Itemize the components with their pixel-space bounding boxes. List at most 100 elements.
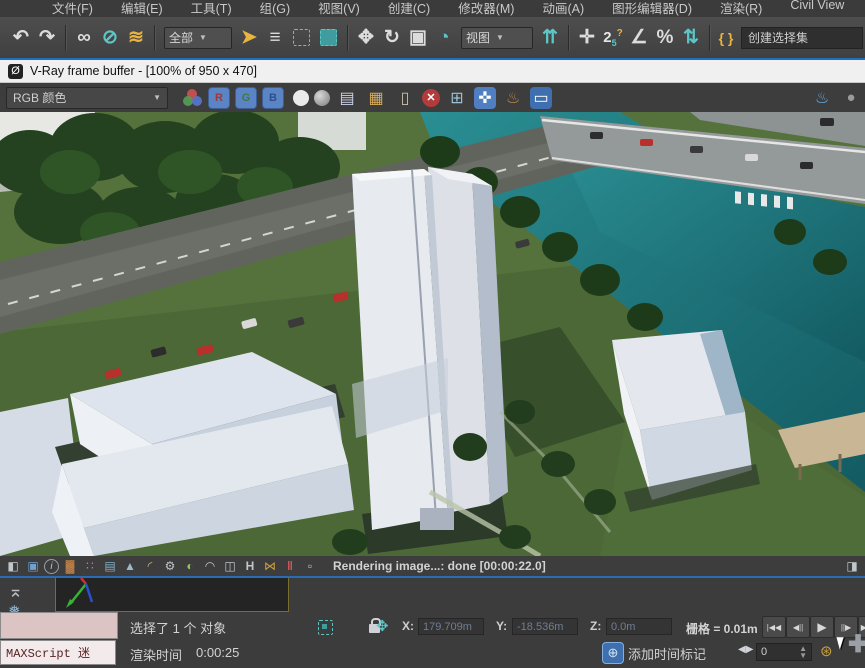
coord-y-field[interactable]: -18.536m: [512, 618, 578, 635]
menu-group[interactable]: 组(G): [246, 0, 305, 18]
maxscript-listener-field[interactable]: MAXScript 迷: [0, 640, 116, 665]
alpha-channel-icon[interactable]: [314, 90, 330, 106]
menu-create[interactable]: 创建(C): [374, 0, 444, 18]
select-and-rotate-icon[interactable]: ↻: [379, 23, 405, 53]
load-image-icon[interactable]: ▦: [364, 87, 388, 109]
spinner-arrows-icon[interactable]: ▲▼: [799, 645, 807, 659]
background-image-icon[interactable]: ▤: [101, 558, 119, 574]
vfb-channel-dropdown[interactable]: RGB 颜色 ▼: [6, 87, 168, 109]
menu-edit[interactable]: 编辑(E): [107, 0, 177, 18]
rgb-channels-icon[interactable]: [183, 89, 203, 107]
frame-number-value: 0: [761, 646, 767, 658]
histogram-icon[interactable]: ▲: [121, 558, 139, 574]
percent-snap-icon[interactable]: %: [652, 23, 678, 53]
curve-editor-icon[interactable]: ◜: [141, 558, 159, 574]
menu-modifiers[interactable]: 修改器(M): [444, 0, 528, 18]
select-object-icon[interactable]: ➤: [236, 23, 262, 53]
viewport-layout-tab-icon[interactable]: ⌅: [8, 581, 23, 602]
previous-frame-button[interactable]: ◀||: [786, 616, 810, 638]
unlink-selection-icon[interactable]: ⊘: [97, 23, 123, 53]
undo-icon[interactable]: ↶: [8, 23, 34, 53]
clear-image-icon[interactable]: ✕: [422, 89, 440, 107]
viewport-sliver[interactable]: [55, 578, 289, 612]
vfb-rendered-image[interactable]: [0, 112, 865, 556]
save-image-icon[interactable]: ▤: [335, 87, 359, 109]
coord-y-label: Y:: [496, 619, 507, 633]
spinner-snap-icon[interactable]: ⇅: [678, 23, 704, 53]
play-button[interactable]: ▶: [810, 616, 834, 638]
named-selection-set-field[interactable]: 创建选择集: [741, 27, 863, 49]
curve-control-icon[interactable]: ◠: [201, 558, 219, 574]
angle-snap-icon[interactable]: ∠: [626, 23, 652, 53]
key-step-arrows-icon[interactable]: ◀▶: [738, 644, 753, 655]
coord-z-field[interactable]: 0.0m: [606, 618, 672, 635]
select-by-name-icon[interactable]: ≡: [262, 23, 288, 53]
menu-animation[interactable]: 动画(A): [528, 0, 598, 18]
compare-images-icon[interactable]: ◧: [4, 558, 22, 574]
white-balance-icon[interactable]: ◫: [221, 558, 239, 574]
red-channel-button[interactable]: R: [208, 87, 230, 109]
snaps-2-5-icon[interactable]: 25?: [600, 23, 626, 53]
menu-file[interactable]: 文件(F): [38, 0, 107, 18]
menu-bar: 文件(F) 编辑(E) 工具(T) 组(G) 视图(V) 创建(C) 修改器(M…: [0, 0, 865, 18]
menu-graph-editors[interactable]: 图形编辑器(D): [598, 0, 706, 18]
go-to-start-button[interactable]: |◀◀: [762, 616, 786, 638]
menu-views[interactable]: 视图(V): [304, 0, 374, 18]
main-toolbar: ↶ ↷ ∞ ⊘ ≋ 全部 ▼ ➤ ≡ ✥ ↻ ▣ ◔ 视图 ▼ ⇈ ✛ 25? …: [0, 17, 865, 58]
dock-icon[interactable]: ◨: [843, 558, 861, 574]
select-and-link-icon[interactable]: ∞: [71, 23, 97, 53]
blue-channel-button[interactable]: B: [262, 87, 284, 109]
time-tag-icon[interactable]: ⊕: [602, 642, 624, 664]
named-selection-sets-icon[interactable]: { }: [715, 23, 737, 53]
transform-gizmo-icon[interactable]: ✥: [376, 617, 389, 635]
add-time-tag[interactable]: 添加时间标记: [628, 644, 706, 663]
color-swatches-icon[interactable]: ∷: [81, 558, 99, 574]
vfb-channel-value: RGB 颜色: [13, 89, 66, 106]
pan-tool-partial-icon[interactable]: ✚: [848, 630, 865, 659]
maxscript-listener-macro-field[interactable]: [0, 612, 118, 639]
vfb-title-bar[interactable]: Ø V-Ray frame buffer - [100% of 950 x 47…: [0, 60, 865, 83]
isolate-selection-icon[interactable]: [318, 620, 333, 635]
toolbar-separator: [154, 25, 155, 51]
vfb-window-title: V-Ray frame buffer - [100% of 950 x 470]: [30, 64, 257, 78]
window-crossing-icon[interactable]: [320, 29, 337, 46]
render-last-teapot-icon[interactable]: ♨: [501, 87, 525, 109]
select-and-manipulate-icon[interactable]: ◔: [431, 23, 457, 53]
reference-coordinate-dropdown[interactable]: 视图 ▼: [461, 27, 533, 49]
exposure-icon[interactable]: ◐: [181, 558, 199, 574]
select-and-move-icon[interactable]: ✥: [353, 23, 379, 53]
menu-customize[interactable]: 自定义(U): [858, 0, 865, 18]
bind-to-space-warp-icon[interactable]: ≋: [123, 23, 149, 53]
region-render-icon[interactable]: ▭: [530, 87, 552, 109]
menu-civil-view[interactable]: Civil View: [776, 0, 858, 18]
select-and-scale-icon[interactable]: ▣: [405, 23, 431, 53]
snap-toggle-icon[interactable]: ✛: [574, 23, 600, 53]
copy-to-clipboard-icon[interactable]: ▯: [393, 87, 417, 109]
coord-x-field[interactable]: 179.709m: [418, 618, 484, 635]
vray-logo-icon: Ø: [8, 64, 23, 79]
region-toggle-icon[interactable]: ▫: [301, 558, 319, 574]
track-mouse-render-icon[interactable]: ✜: [474, 87, 496, 109]
redo-icon[interactable]: ↷: [34, 23, 60, 53]
set-key-icon[interactable]: ⊛: [820, 642, 833, 660]
settings-gear-icon[interactable]: ⚙: [161, 558, 179, 574]
stereo-channels-icon[interactable]: ‖: [281, 558, 299, 574]
duplicate-to-host-icon[interactable]: ⊞: [445, 87, 469, 109]
monitor-icon[interactable]: ▣: [24, 558, 42, 574]
material-override-orb-icon[interactable]: ●: [839, 87, 863, 109]
use-pivot-point-icon[interactable]: ⇈: [537, 23, 563, 53]
monochrome-channel-icon[interactable]: [293, 90, 309, 106]
selection-status: 选择了 1 个 对象: [130, 618, 226, 637]
frame-number-spinner[interactable]: 0 ▲▼: [756, 643, 812, 661]
menu-rendering[interactable]: 渲染(R): [706, 0, 776, 18]
info-icon[interactable]: i: [44, 559, 59, 574]
rectangular-selection-region-icon[interactable]: [293, 29, 310, 46]
color-corrections-icon[interactable]: ▓: [61, 558, 79, 574]
selection-filter-dropdown[interactable]: 全部 ▼: [164, 27, 232, 49]
bowtie-icon[interactable]: ⋈: [261, 558, 279, 574]
green-channel-button[interactable]: G: [235, 87, 257, 109]
vfb-toolbar: RGB 颜色 ▼ R G B ▤ ▦ ▯ ✕ ⊞ ✜ ♨ ▭ ♨ ●: [0, 83, 865, 112]
lens-effects-icon[interactable]: H: [241, 558, 259, 574]
menu-tools[interactable]: 工具(T): [177, 0, 246, 18]
interactive-render-teapot-icon[interactable]: ♨: [810, 87, 834, 109]
